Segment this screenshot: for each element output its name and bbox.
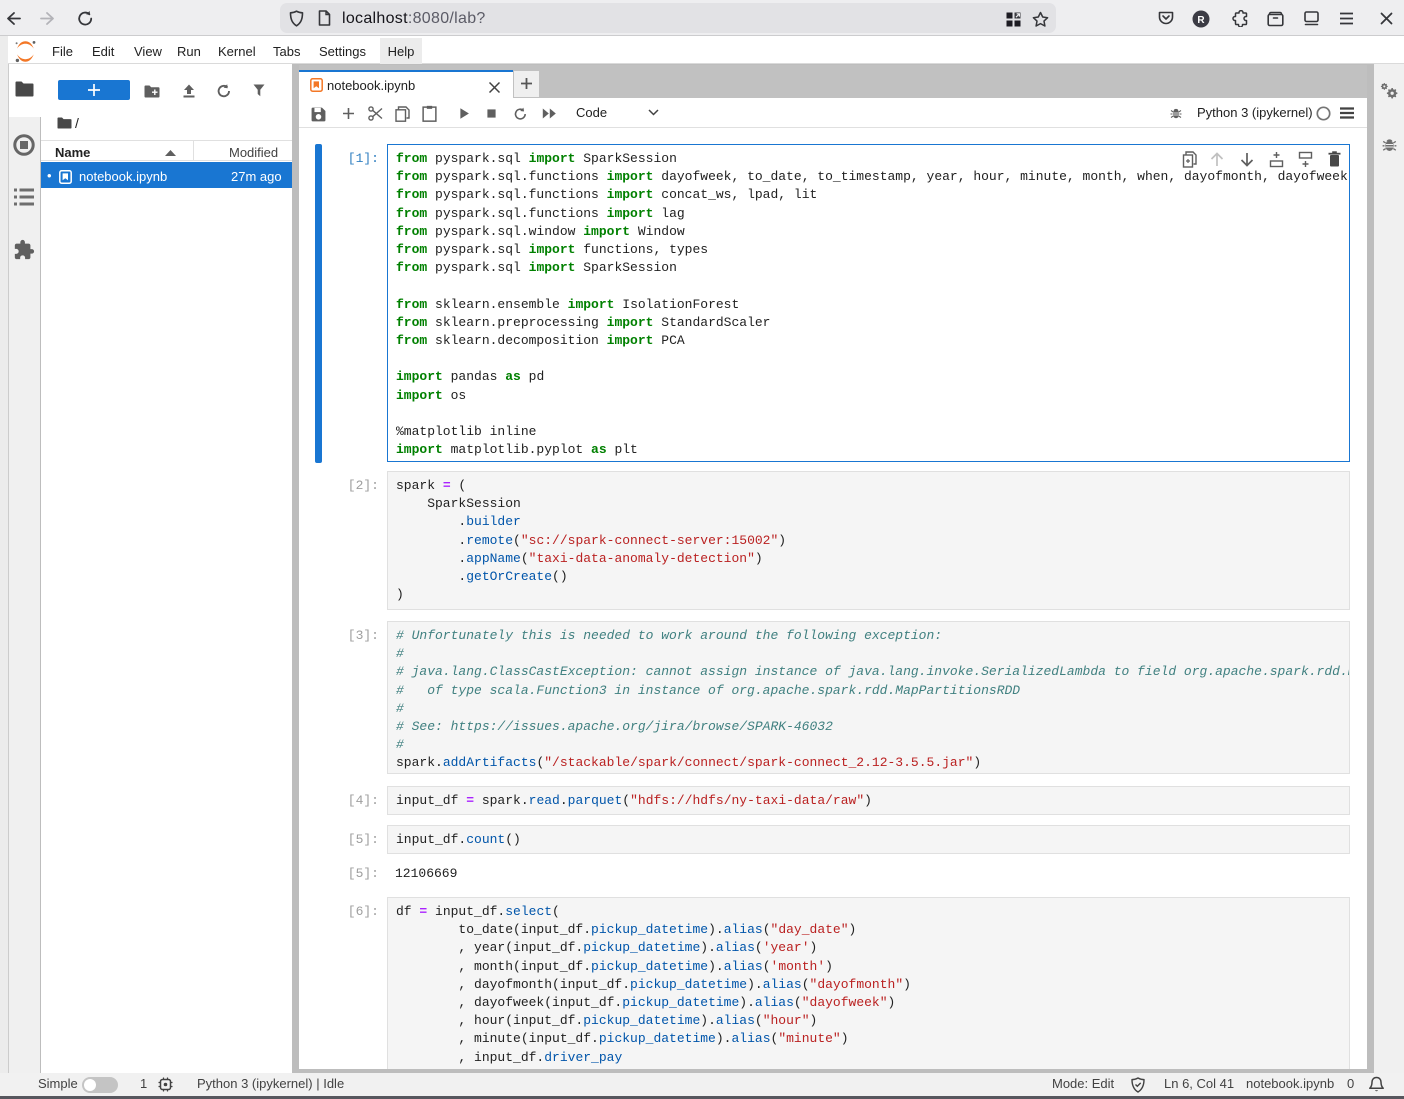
- svg-text:R: R: [1197, 15, 1205, 26]
